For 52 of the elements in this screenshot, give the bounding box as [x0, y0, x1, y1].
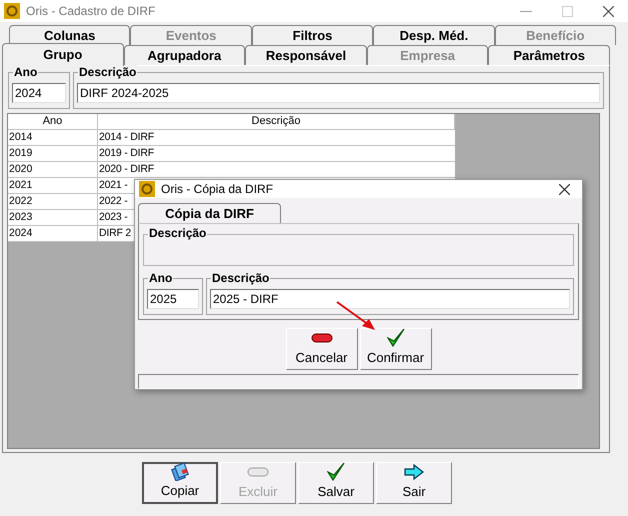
field-label: Descrição: [211, 271, 270, 285]
right-arrow-icon: [404, 464, 424, 480]
column-header[interactable]: Ano: [8, 114, 98, 129]
copy-icon: [170, 462, 190, 480]
window-title: Oris - Cadastro de DIRF: [26, 3, 156, 20]
table-cell: 2023 -: [99, 211, 128, 223]
input-field[interactable]: DIRF 2024-2025: [77, 83, 600, 103]
toolbar-button[interactable]: Copiar: [142, 462, 218, 504]
minus-icon: [310, 333, 332, 344]
table-cell: 2014 - DIRF: [99, 131, 154, 143]
tab[interactable]: Cópia da DIRF: [138, 203, 281, 223]
toolbar-button[interactable]: Salvar: [298, 462, 374, 504]
close-icon[interactable]: [603, 6, 614, 16]
app-icon: [139, 181, 155, 197]
toolbar-button[interactable]: Confirmar: [360, 328, 432, 370]
app-icon: [4, 3, 20, 19]
check-icon: [327, 462, 345, 482]
check-icon: [386, 328, 404, 348]
table-cell: 2020: [8, 162, 98, 177]
tab[interactable]: Grupo: [2, 43, 124, 66]
table-cell: 2022 -: [99, 195, 128, 207]
table-cell: 2020 - DIRF: [99, 163, 154, 175]
tab[interactable]: Filtros: [252, 25, 374, 45]
field-label: Descrição: [78, 65, 138, 79]
toolbar-button[interactable]: Sair: [376, 462, 452, 504]
dialog-title: Oris - Cópia da DIRF: [161, 181, 274, 198]
tab[interactable]: Parâmetros: [488, 45, 610, 65]
table-cell: 2021: [8, 178, 98, 193]
tab[interactable]: Colunas: [9, 25, 130, 45]
tab[interactable]: Agrupadora: [124, 45, 246, 65]
tab[interactable]: Desp. Méd.: [373, 25, 495, 45]
table-cell: 2019 - DIRF: [99, 147, 154, 159]
table-cell: DIRF 2: [99, 227, 132, 239]
minus-icon: [247, 467, 269, 478]
table-cell: 2024: [8, 226, 98, 241]
input-field[interactable]: 2024: [12, 83, 66, 103]
table-cell: 2019: [8, 146, 98, 161]
field-label: Ano: [148, 271, 174, 285]
column-header[interactable]: Descrição: [98, 114, 455, 129]
table-cell: 2022: [8, 194, 98, 209]
table-cell: 2014: [8, 130, 98, 145]
table-cell: 2023: [8, 210, 98, 225]
field-label: Ano: [13, 65, 38, 79]
group-label: Descrição: [148, 226, 208, 240]
input-field[interactable]: 2025 - DIRF: [210, 289, 570, 309]
tab[interactable]: Responsável: [245, 45, 367, 65]
toolbar-button[interactable]: Cancelar: [286, 328, 358, 370]
annotation-arrow: [335, 300, 377, 332]
minimize-icon[interactable]: [520, 10, 532, 12]
input-field[interactable]: 2025: [147, 289, 199, 309]
close-icon[interactable]: [559, 184, 570, 194]
table-cell: 2021 -: [99, 179, 128, 191]
